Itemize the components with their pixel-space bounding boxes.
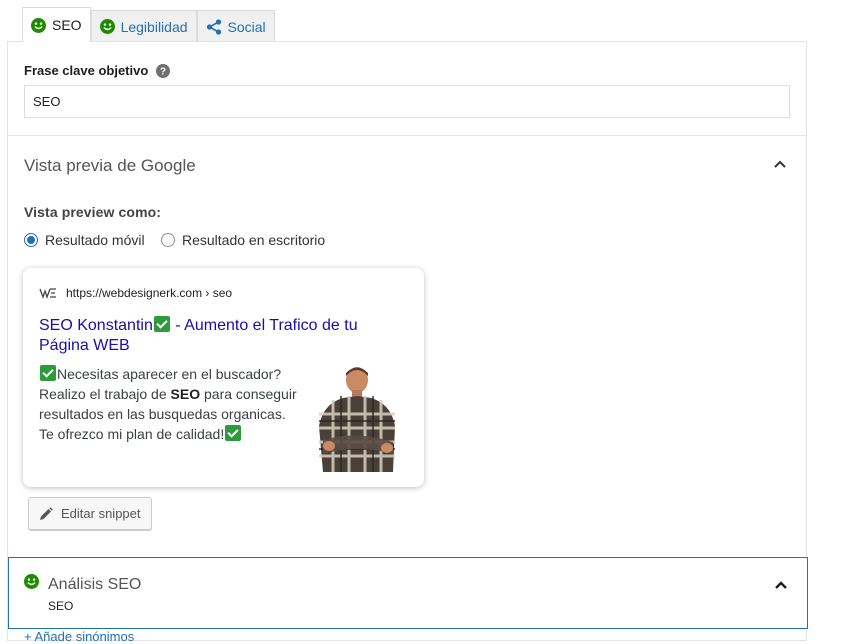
serp-snippet-preview[interactable]: https://webdesignerk.com › seo SEO Konst… [23, 268, 424, 487]
snippet-url-row: https://webdesignerk.com › seo [39, 286, 232, 300]
radio-mobile-button[interactable] [24, 233, 38, 247]
google-preview-title[interactable]: Vista previa de Google [24, 156, 196, 176]
seo-panel: Frase clave objetivo ? Vista previa de G… [7, 41, 808, 644]
edit-snippet-label: Editar snippet [61, 506, 141, 521]
chevron-up-icon[interactable] [774, 580, 788, 590]
tab-readability-label: Legibilidad [120, 18, 188, 35]
radio-desktop-result[interactable]: Resultado en escritorio [161, 232, 325, 248]
edit-snippet-button[interactable]: Editar snippet [28, 497, 152, 530]
radio-desktop-button[interactable] [161, 233, 175, 247]
focus-keyphrase-label: Frase clave objetivo ? [24, 63, 171, 78]
snippet-thumbnail-image [309, 366, 405, 472]
seo-analysis-section[interactable]: Análisis SEO SEO [8, 557, 808, 629]
check-mark-icon [225, 425, 242, 441]
svg-text:?: ? [160, 66, 166, 77]
tab-seo-label: SEO [52, 17, 82, 33]
share-icon [206, 18, 221, 35]
tab-readability[interactable]: Legibilidad [90, 10, 197, 42]
tab-social[interactable]: Social [196, 10, 275, 42]
preview-as-label: Vista preview como: [24, 204, 162, 220]
snippet-url: https://webdesignerk.com › seo [66, 286, 233, 300]
seo-analysis-keyphrase: SEO [48, 599, 74, 613]
check-mark-icon [153, 316, 170, 332]
focus-keyphrase-label-text: Frase clave objetivo [24, 63, 149, 78]
chevron-up-icon[interactable] [773, 159, 787, 169]
focus-keyphrase-input[interactable] [24, 85, 790, 118]
question-circle-icon[interactable]: ? [156, 63, 171, 78]
smiley-good-icon [24, 574, 39, 589]
smiley-good-icon [99, 19, 115, 34]
radio-mobile-label: Resultado móvil [45, 232, 145, 248]
seo-analysis-title: Análisis SEO [48, 576, 142, 593]
smiley-good-icon [31, 17, 46, 33]
radio-mobile-result[interactable]: Resultado móvil [24, 232, 145, 248]
snippet-title[interactable]: SEO Konstantin - Aumento el Trafico de t… [39, 316, 379, 356]
site-favicon-icon [39, 288, 56, 299]
check-mark-icon [40, 365, 56, 381]
metabox-tabs: SEO Legibilidad Social [22, 7, 275, 42]
focus-keyphrase-section: Frase clave objetivo ? [8, 42, 806, 136]
snippet-title-part1: SEO Konstantin [39, 317, 153, 334]
snippet-description[interactable]: Necesitas aparecer en el buscador? Reali… [39, 364, 299, 444]
radio-desktop-label: Resultado en escritorio [182, 232, 326, 248]
pencil-icon [40, 506, 53, 520]
tab-seo[interactable]: SEO [22, 7, 91, 42]
snippet-desc-keyword: SEO [170, 386, 201, 402]
tab-social-label: Social [227, 18, 266, 35]
